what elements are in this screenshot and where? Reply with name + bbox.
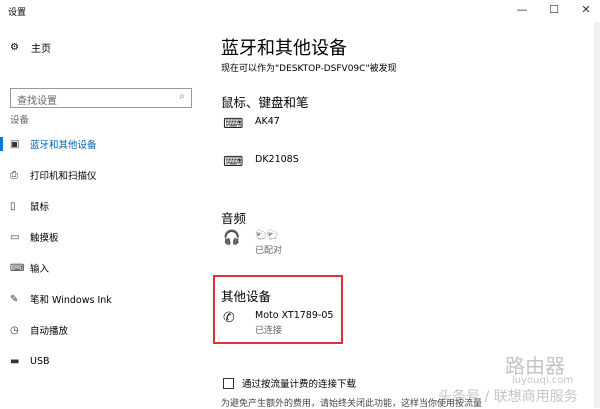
mouse-section-heading: 鼠标、键盘和笔 bbox=[221, 95, 309, 110]
sidebar-item-label: USB bbox=[30, 355, 50, 367]
device-name: AK47 bbox=[255, 116, 280, 127]
minimize-button[interactable]: — bbox=[508, 2, 536, 18]
bluetooth-devices-icon: ▣ bbox=[10, 138, 20, 150]
sidebar-item-label: 鼠标 bbox=[30, 202, 50, 213]
watermark-site: luyouqi.com bbox=[512, 375, 574, 386]
search-input[interactable]: 查找设置 ⌕ bbox=[10, 88, 192, 108]
sidebar-item-printers[interactable]: ⎙ 打印机和扫描仪 bbox=[0, 165, 200, 185]
device-ak47[interactable]: ⌨ AK47 bbox=[223, 116, 280, 132]
device-name: 🐑🐑 bbox=[255, 230, 279, 241]
sidebar-item-touchpad[interactable]: ▭ 触摸板 bbox=[0, 227, 200, 247]
sidebar: ⚙ 主页 查找设置 ⌕ 设备 ▣ 蓝牙和其他设备 ⎙ 打印机和扫描仪 ▯ 鼠标 ▭ 触摸板 … bbox=[0, 22, 205, 408]
section-label: 设备 bbox=[10, 115, 30, 126]
search-icon: ⌕ bbox=[179, 91, 185, 102]
gear-icon: ⚙ bbox=[10, 42, 19, 53]
discoverable-text: 现在可以作为"DESKTOP-DSFV09C"被发现 bbox=[221, 64, 397, 74]
mouse-icon: ▯ bbox=[10, 200, 16, 212]
touchpad-icon: ▭ bbox=[10, 231, 20, 243]
sidebar-item-label: 触摸板 bbox=[30, 233, 59, 244]
sidebar-item-typing[interactable]: ⌨ 输入 bbox=[0, 258, 200, 278]
window-title: 设置 bbox=[8, 8, 27, 18]
close-button[interactable]: ✕ bbox=[572, 2, 600, 18]
keyboard-icon: ⌨ bbox=[223, 154, 244, 170]
keyboard-icon: ⌨ bbox=[10, 262, 25, 274]
maximize-button[interactable]: ☐ bbox=[540, 2, 568, 18]
sidebar-item-label: 输入 bbox=[30, 264, 50, 275]
checkbox-icon bbox=[223, 377, 234, 389]
sidebar-item-label: 蓝牙和其他设备 bbox=[30, 140, 97, 151]
sidebar-item-pen[interactable]: ✎ 笔和 Windows Ink bbox=[0, 289, 200, 309]
autoplay-icon: ◷ bbox=[10, 324, 19, 336]
sidebar-item-label: 打印机和扫描仪 bbox=[30, 171, 97, 182]
printer-icon: ⎙ bbox=[10, 169, 18, 181]
sidebar-item-bluetooth[interactable]: ▣ 蓝牙和其他设备 bbox=[0, 134, 200, 154]
keyboard-icon: ⌨ bbox=[223, 116, 244, 132]
device-dk2108s[interactable]: ⌨ DK2108S bbox=[223, 154, 299, 170]
pen-icon: ✎ bbox=[10, 293, 19, 305]
metered-checkbox[interactable]: 通过按流量计费的连接下载 bbox=[223, 376, 356, 390]
page-title: 蓝牙和其他设备 bbox=[221, 38, 347, 59]
scrollbar[interactable] bbox=[594, 22, 600, 408]
sidebar-item-mouse[interactable]: ▯ 鼠标 bbox=[0, 196, 200, 216]
audio-section-heading: 音频 bbox=[221, 211, 247, 226]
device-audio[interactable]: 🎧 🐑🐑 已配对 bbox=[223, 230, 282, 256]
device-status: 已配对 bbox=[255, 246, 283, 256]
metered-label: 通过按流量计费的连接下载 bbox=[242, 379, 357, 390]
headphones-icon: 🎧 bbox=[223, 230, 241, 246]
sidebar-item-label: 笔和 Windows Ink bbox=[30, 295, 112, 306]
device-name: DK2108S bbox=[255, 154, 299, 165]
usb-icon: ▬ bbox=[10, 355, 20, 367]
title-bar: 设置 — ☐ ✕ bbox=[0, 0, 600, 22]
sidebar-item-label: 自动播放 bbox=[30, 326, 69, 337]
sidebar-home[interactable]: ⚙ 主页 bbox=[10, 40, 51, 55]
watermark-source: 头条号 / 联想商用服务 bbox=[438, 389, 578, 405]
highlight-box bbox=[213, 275, 343, 344]
sidebar-item-autoplay[interactable]: ◷ 自动播放 bbox=[0, 320, 200, 340]
home-label: 主页 bbox=[30, 44, 51, 55]
search-placeholder: 查找设置 bbox=[17, 96, 57, 107]
sidebar-item-usb[interactable]: ▬ USB bbox=[0, 351, 200, 371]
